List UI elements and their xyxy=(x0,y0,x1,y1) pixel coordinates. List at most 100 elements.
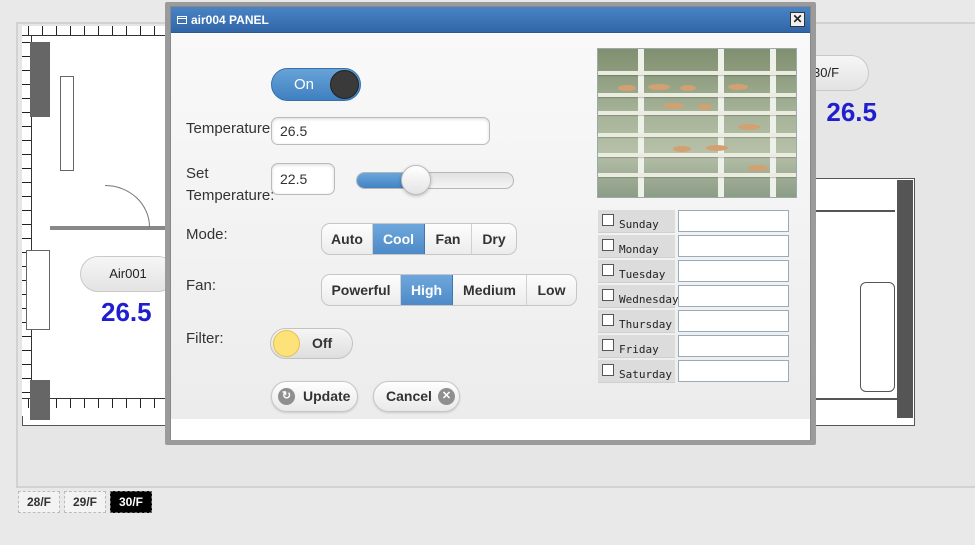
dialog-titlebar[interactable]: air004 PANEL ✕ xyxy=(171,7,810,33)
cancel-button[interactable]: Cancel ✕ xyxy=(373,381,460,412)
camera-scene-detail xyxy=(738,124,760,130)
ac-unit-temperature-air001: 26.5 xyxy=(101,297,152,327)
schedule-row-wednesday: Wednesday xyxy=(598,285,794,310)
schedule-day-checkbox[interactable] xyxy=(602,314,614,326)
window-icon xyxy=(177,16,187,24)
camera-scene-detail xyxy=(618,85,636,91)
dialog-footer xyxy=(171,419,810,440)
schedule-time-input[interactable] xyxy=(678,260,789,282)
camera-scene-detail xyxy=(673,146,691,152)
floor-plan-column xyxy=(897,180,913,418)
fan-label: Fan: xyxy=(186,277,217,294)
filter-label: Filter: xyxy=(186,330,224,347)
fan-option-high[interactable]: High xyxy=(401,275,453,305)
fan-option-medium[interactable]: Medium xyxy=(453,275,527,305)
schedule-day-label: Friday xyxy=(619,343,659,356)
schedule-day-cell: Saturday xyxy=(598,360,675,383)
power-toggle[interactable]: On xyxy=(271,68,361,101)
set-temperature-input[interactable]: 22.5 xyxy=(271,163,335,195)
slider-handle[interactable] xyxy=(401,165,431,195)
schedule-day-label: Saturday xyxy=(619,368,672,381)
schedule-day-cell: Monday xyxy=(598,235,675,258)
camera-snapshot xyxy=(597,48,797,198)
floor-tab-28[interactable]: 28/F xyxy=(18,491,60,513)
dialog-title: air004 PANEL xyxy=(191,13,269,27)
filter-toggle-knob xyxy=(273,330,300,357)
fan-option-powerful[interactable]: Powerful xyxy=(322,275,401,305)
camera-scene-detail xyxy=(680,85,696,91)
camera-scene-detail xyxy=(598,173,796,177)
floor-plan-column xyxy=(30,42,50,117)
filter-toggle-label: Off xyxy=(312,335,333,351)
schedule-day-label: Sunday xyxy=(619,218,659,231)
schedule-row-monday: Monday xyxy=(598,235,794,260)
mode-option-fan[interactable]: Fan xyxy=(425,224,472,254)
camera-scene-detail xyxy=(648,84,670,90)
temperature-label: Temperature xyxy=(186,120,271,137)
schedule-row-friday: Friday xyxy=(598,335,794,360)
schedule-time-input[interactable] xyxy=(678,335,789,357)
mode-option-cool[interactable]: Cool xyxy=(373,224,425,254)
schedule-day-cell: Wednesday xyxy=(598,285,679,308)
floor-tab-30[interactable]: 30/F xyxy=(110,491,152,513)
camera-scene-detail xyxy=(728,84,748,90)
schedule-day-checkbox[interactable] xyxy=(602,364,614,376)
floor-plan-door xyxy=(60,76,74,171)
schedule-time-input[interactable] xyxy=(678,235,789,257)
floor-plan-window xyxy=(26,250,50,330)
weekly-schedule: Sunday Monday Tuesday Wednesday Thursday Frid… xyxy=(598,210,794,385)
schedule-row-thursday: Thursday xyxy=(598,310,794,335)
camera-scene-detail xyxy=(598,93,796,97)
floor-tab-29[interactable]: 29/F xyxy=(64,491,106,513)
mode-option-auto[interactable]: Auto xyxy=(322,224,373,254)
cancel-button-label: Cancel xyxy=(386,388,432,404)
schedule-day-label: Wednesday xyxy=(619,293,679,306)
ac-panel-dialog: air004 PANEL ✕ On Temperature 26.5 Set T… xyxy=(170,6,811,440)
temperature-field: 26.5 xyxy=(271,117,490,145)
camera-scene-detail xyxy=(748,165,768,171)
schedule-row-sunday: Sunday xyxy=(598,210,794,235)
set-temperature-label-line2: Temperature: xyxy=(186,187,275,204)
floor-plan-wall xyxy=(815,398,900,400)
schedule-day-label: Tuesday xyxy=(619,268,666,281)
filter-toggle[interactable]: Off xyxy=(270,328,353,359)
fan-option-low[interactable]: Low xyxy=(527,275,576,305)
floor-plan-wall xyxy=(815,210,895,212)
schedule-day-checkbox[interactable] xyxy=(602,239,614,251)
schedule-day-cell: Thursday xyxy=(598,310,675,333)
close-button[interactable]: ✕ xyxy=(790,12,805,27)
mode-option-dry[interactable]: Dry xyxy=(472,224,516,254)
schedule-time-input[interactable] xyxy=(678,310,789,332)
mode-segmented-control: Auto Cool Fan Dry xyxy=(321,223,517,255)
power-toggle-knob xyxy=(330,70,359,99)
schedule-row-saturday: Saturday xyxy=(598,360,794,385)
schedule-row-tuesday: Tuesday xyxy=(598,260,794,285)
camera-scene-detail xyxy=(698,104,712,110)
schedule-day-label: Thursday xyxy=(619,318,672,331)
schedule-day-checkbox[interactable] xyxy=(602,289,614,301)
schedule-day-checkbox[interactable] xyxy=(602,264,614,276)
floor-tabs: 28/F 29/F 30/F xyxy=(18,491,152,513)
schedule-day-cell: Sunday xyxy=(598,210,675,233)
update-button-label: Update xyxy=(303,388,351,404)
ac-unit-chip-air001[interactable]: Air001 xyxy=(80,256,176,292)
update-button[interactable]: ↻ Update xyxy=(271,381,358,412)
floor-plan-wall-top xyxy=(22,26,176,36)
fan-segmented-control: Powerful High Medium Low xyxy=(321,274,577,306)
camera-scene-detail xyxy=(598,71,796,75)
schedule-day-checkbox[interactable] xyxy=(602,339,614,351)
camera-scene-detail xyxy=(598,153,796,157)
set-temperature-slider[interactable] xyxy=(356,172,514,189)
schedule-time-input[interactable] xyxy=(678,360,789,382)
schedule-time-input[interactable] xyxy=(678,210,789,232)
camera-scene-detail xyxy=(664,103,684,109)
set-temperature-label-line1: Set xyxy=(186,165,209,182)
schedule-time-input[interactable] xyxy=(678,285,789,307)
camera-scene-detail xyxy=(598,111,796,115)
schedule-day-checkbox[interactable] xyxy=(602,214,614,226)
power-toggle-label: On xyxy=(294,76,315,93)
schedule-day-cell: Friday xyxy=(598,335,675,358)
schedule-day-cell: Tuesday xyxy=(598,260,675,283)
dialog-body: On Temperature 26.5 Set Temperature: 22.… xyxy=(171,34,810,419)
mode-label: Mode: xyxy=(186,226,228,243)
